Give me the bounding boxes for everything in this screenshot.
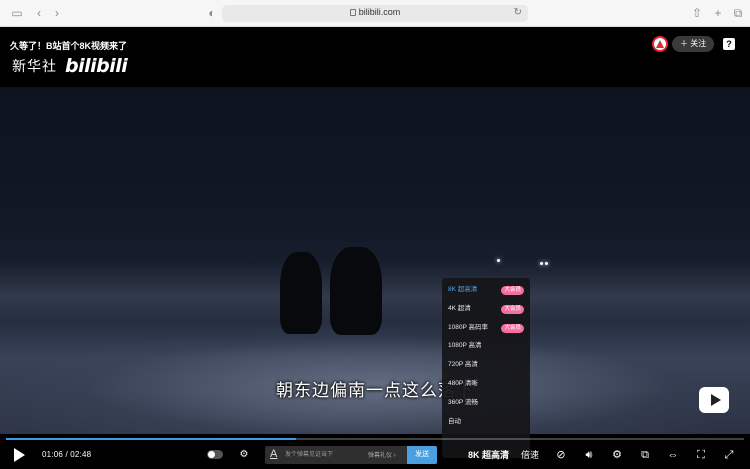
- forward-icon[interactable]: ›: [50, 6, 64, 20]
- address-bar[interactable]: bilibili.com ↻: [222, 5, 528, 22]
- quality-option-4k[interactable]: 4K 超清 大会员: [442, 300, 530, 319]
- subtitle-off-icon[interactable]: ⊘: [553, 448, 569, 462]
- quality-option-1080p-high-bitrate[interactable]: 1080P 高码率 大会员: [442, 319, 530, 338]
- quality-button[interactable]: 8K 超高清: [468, 448, 509, 462]
- quality-option-label: 1080P 高码率: [448, 323, 488, 331]
- progress-bar[interactable]: [6, 438, 744, 440]
- video-player[interactable]: 久等了！B站首个8K视频来了 新华社 bilibili ＋ 关注 ? 朝东边偏南…: [0, 27, 750, 469]
- quality-option-label: 480P 清晰: [448, 379, 478, 387]
- quality-option-1080p[interactable]: 1080P 高清: [442, 337, 530, 356]
- settings-gear-icon[interactable]: ⚙: [609, 448, 625, 462]
- play-icon: [14, 448, 25, 462]
- quality-option-label: 360P 流畅: [448, 398, 478, 406]
- uploader-avatar[interactable]: [652, 36, 668, 52]
- send-button[interactable]: 发送: [407, 446, 437, 464]
- quality-option-label: 4K 超清: [448, 304, 471, 312]
- distant-light: [497, 259, 500, 262]
- quality-option-label: 1080P 高清: [448, 342, 482, 350]
- tab-overview-icon[interactable]: ⧉: [731, 6, 745, 20]
- url-text: bilibili.com: [358, 7, 401, 17]
- back-icon[interactable]: ‹: [32, 6, 46, 20]
- quality-option-360p[interactable]: 360P 流畅: [442, 394, 530, 413]
- danmaku-input[interactable]: [285, 449, 363, 461]
- vip-badge: 大会员: [501, 304, 524, 314]
- distant-light: [540, 262, 543, 265]
- browser-toolbar: ▭ ‹ › ◐ bilibili.com ↻ ⇧ + ⧉: [0, 0, 750, 27]
- quality-menu: 8K 超高清 大会员 4K 超清 大会员 1080P 高码率 大会员 1080P…: [442, 278, 530, 458]
- logo-xinhua-text: 新华社: [12, 58, 57, 74]
- reload-icon[interactable]: ↻: [514, 7, 522, 18]
- picture-in-picture-icon[interactable]: ⧉: [637, 448, 653, 462]
- new-tab-icon[interactable]: +: [711, 6, 725, 20]
- channel-logo: 新华社 bilibili: [12, 55, 128, 77]
- time-display: 01:06 / 02:48: [42, 450, 92, 459]
- vip-badge: 大会员: [501, 323, 524, 333]
- follow-group: ＋ 关注: [652, 36, 715, 52]
- silhouette-figure-left: [280, 252, 322, 334]
- lock-icon: [349, 9, 356, 16]
- quality-option-label: 自动: [448, 417, 461, 425]
- quality-option-480p[interactable]: 480P 清晰: [442, 375, 530, 394]
- quality-option-720p[interactable]: 720P 高清: [442, 356, 530, 375]
- follow-button[interactable]: ＋ 关注: [672, 36, 715, 52]
- video-title: 久等了！B站首个8K视频来了: [10, 41, 128, 51]
- danmaku-settings-icon[interactable]: ⚙: [237, 448, 251, 462]
- silhouette-figure-right: [330, 247, 382, 335]
- fullscreen-icon[interactable]: ⤢: [721, 448, 737, 462]
- vip-badge: 大会员: [501, 286, 524, 295]
- quality-option-label: 8K 超高清: [448, 286, 478, 293]
- share-icon[interactable]: ⇧: [690, 6, 704, 20]
- widescreen-icon[interactable]: ⇔: [665, 448, 681, 462]
- distant-light: [545, 262, 548, 265]
- play-button[interactable]: [14, 448, 26, 462]
- danmaku-toggle[interactable]: [207, 450, 223, 459]
- quality-option-auto[interactable]: 自动: [442, 413, 530, 432]
- danmaku-input-box: A 弹幕礼仪 › 发送: [265, 446, 437, 464]
- subtitle-caption: 朝东边偏南一点这么落下: [276, 381, 474, 400]
- mini-player-tv-icon[interactable]: [699, 387, 729, 413]
- speed-button[interactable]: 倍速: [521, 448, 539, 462]
- control-bar: 01:06 / 02:48 ⚙ A 弹幕礼仪 › 发送 8K 超高清 倍速 ⊘ …: [0, 442, 750, 469]
- progress-fill: [6, 438, 297, 440]
- sidebar-toggle-icon[interactable]: ▭: [10, 6, 24, 20]
- bilibili-logo: bilibili: [65, 55, 128, 77]
- quality-option-8k[interactable]: 8K 超高清 大会员: [442, 281, 530, 300]
- quality-option-label: 720P 高清: [448, 361, 478, 369]
- help-button[interactable]: ?: [723, 38, 735, 50]
- web-fullscreen-icon[interactable]: ⛶: [693, 448, 709, 462]
- danmaku-style-icon[interactable]: A: [270, 448, 277, 460]
- privacy-shield-icon[interactable]: ◐: [205, 6, 219, 20]
- volume-icon[interactable]: 🔊︎: [581, 448, 597, 462]
- danmaku-etiquette-link[interactable]: 弹幕礼仪 ›: [368, 450, 396, 459]
